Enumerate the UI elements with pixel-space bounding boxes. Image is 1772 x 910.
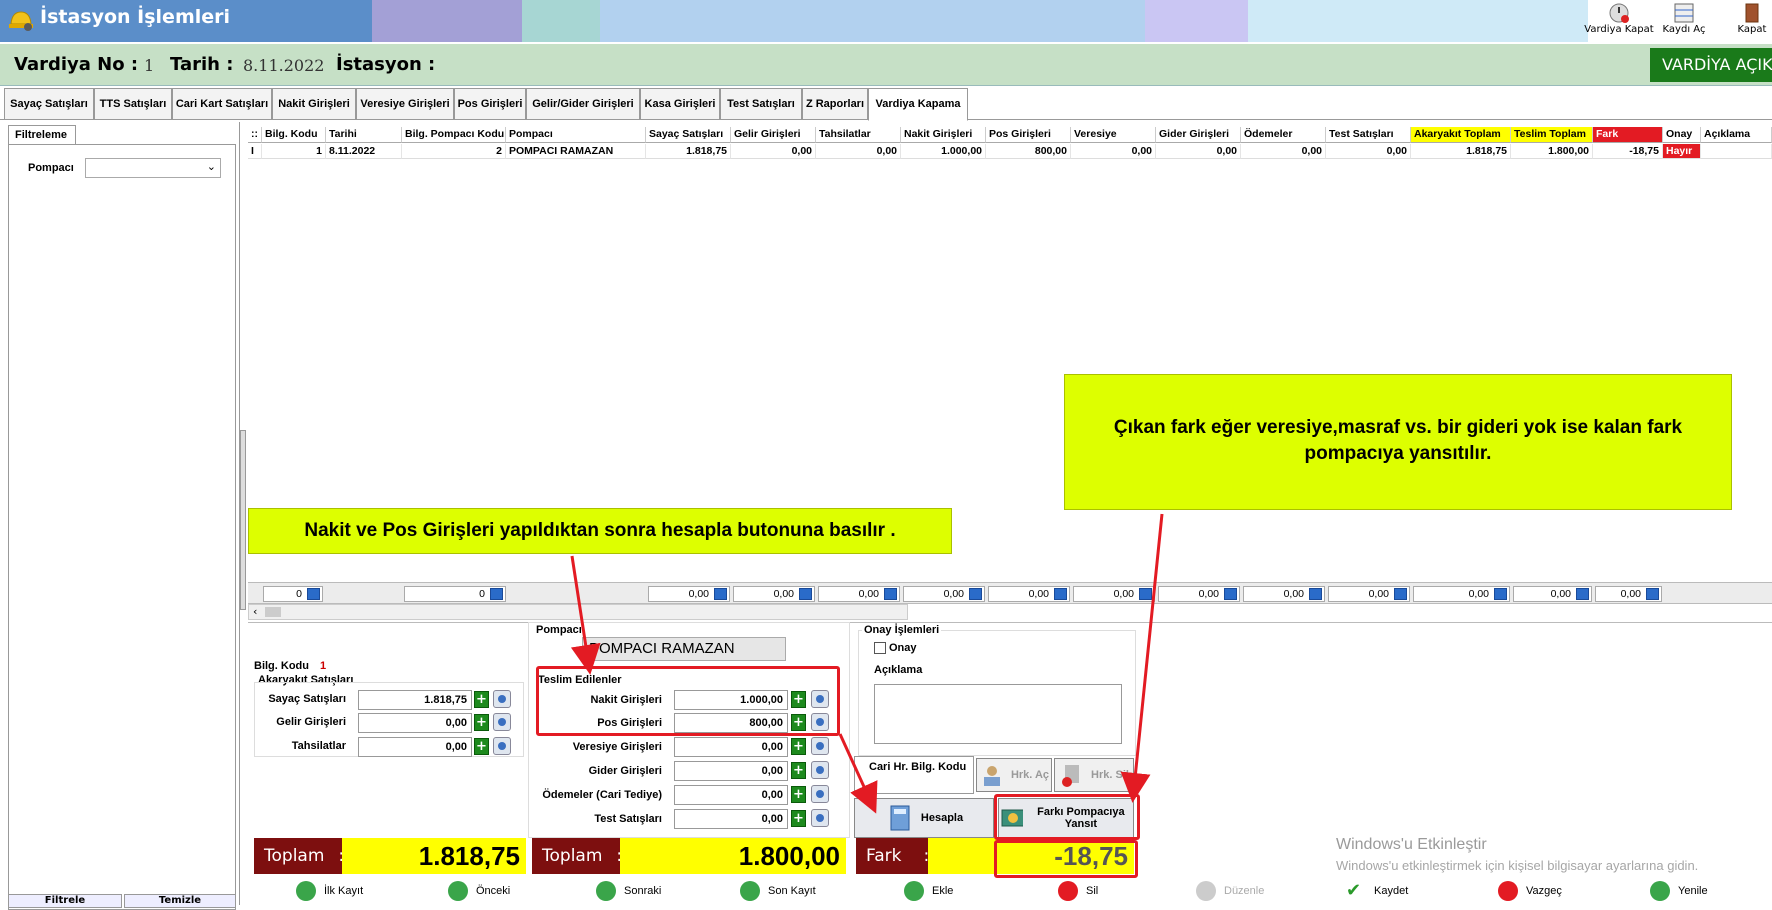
delete-button[interactable]: Sil <box>1058 880 1098 902</box>
edit-button[interactable]: Düzenle <box>1196 880 1264 902</box>
next-button[interactable]: Sonraki <box>596 880 661 902</box>
previous-icon <box>448 881 468 901</box>
last-icon <box>740 881 760 901</box>
cancel-icon <box>1498 881 1518 901</box>
check-icon: ✔ <box>1346 881 1366 901</box>
edit-icon <box>1196 881 1216 901</box>
activation-watermark-text: Windows'u etkinleştirmek için kişisel bi… <box>1336 858 1699 873</box>
next-icon <box>596 881 616 901</box>
minus-icon <box>1058 881 1078 901</box>
plus-icon <box>904 881 924 901</box>
previous-button[interactable]: Önceki <box>448 880 510 902</box>
activation-watermark-title: Windows'u Etkinleştir <box>1336 836 1487 853</box>
refresh-button[interactable]: Yenile <box>1650 880 1708 902</box>
first-record-button[interactable]: İlk Kayıt <box>296 880 363 902</box>
refresh-icon <box>1650 881 1670 901</box>
last-record-button[interactable]: Son Kayıt <box>740 880 816 902</box>
annotation-arrows <box>570 513 1164 814</box>
add-button[interactable]: Ekle <box>904 880 953 902</box>
first-icon <box>296 881 316 901</box>
save-button[interactable]: ✔ Kaydet <box>1346 880 1408 902</box>
cancel-button[interactable]: Vazgeç <box>1498 880 1562 902</box>
